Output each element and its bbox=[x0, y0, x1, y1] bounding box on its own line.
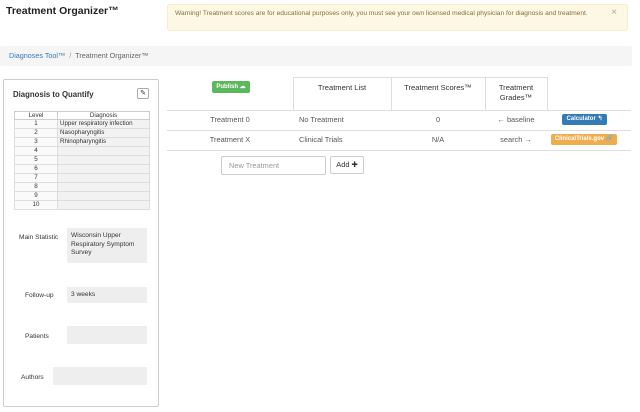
main-statistic-value[interactable]: Wisconsin Upper Respiratory Symptom Surv… bbox=[67, 228, 147, 263]
app-title: Treatment Organizer™ bbox=[6, 5, 119, 17]
table-row: 4 bbox=[14, 146, 150, 156]
main-statistic-field: Main Statistic Wisconsin Upper Respirato… bbox=[15, 228, 147, 263]
level-cell: 4 bbox=[14, 146, 58, 156]
patients-label: Patients bbox=[15, 326, 67, 344]
level-cell: 9 bbox=[14, 191, 58, 201]
calculator-button[interactable]: Calculator ↰ bbox=[562, 114, 607, 125]
table-row: 3 Rhinopharyngitis bbox=[14, 137, 150, 147]
header-divider bbox=[547, 77, 548, 110]
level-cell: 1 bbox=[14, 119, 58, 129]
treatment-row-grade[interactable]: search → bbox=[485, 135, 547, 145]
level-cell: 7 bbox=[14, 173, 58, 183]
diagnosis-cell[interactable]: Upper respiratory infection bbox=[57, 119, 150, 129]
authors-value[interactable] bbox=[53, 367, 147, 385]
level-cell: 5 bbox=[14, 155, 58, 165]
diagnosis-cell[interactable] bbox=[57, 200, 150, 210]
edit-icon[interactable]: ✎ bbox=[137, 88, 149, 99]
header-divider bbox=[391, 77, 392, 110]
clinicaltrials-button[interactable]: ClinicalTrials.gov 🔗 bbox=[551, 134, 617, 145]
treatment-grades-header: Treatment Grades™ bbox=[485, 83, 547, 103]
diagnosis-cell[interactable] bbox=[57, 164, 150, 174]
panel-title: Diagnosis to Quantify bbox=[13, 90, 94, 99]
authors-field: Authors bbox=[15, 367, 147, 385]
breadcrumb-current: Treatment Organizer™ bbox=[75, 51, 149, 60]
level-cell: 10 bbox=[14, 200, 58, 210]
diagnosis-cell[interactable] bbox=[57, 155, 150, 165]
treatment-list-header: Treatment List bbox=[317, 83, 367, 92]
diagnosis-cell[interactable] bbox=[57, 146, 150, 156]
table-row: 5 bbox=[14, 155, 150, 165]
row-divider bbox=[167, 110, 631, 111]
follow-up-value[interactable]: 3 weeks bbox=[67, 287, 147, 303]
patients-value[interactable] bbox=[67, 326, 147, 344]
treatment-row-list: Clinical Trials bbox=[299, 135, 343, 144]
diagnosis-cell[interactable]: Nasopharyngitis bbox=[57, 128, 150, 138]
treatment-row-score: N/A bbox=[431, 135, 445, 144]
level-cell: 2 bbox=[14, 128, 58, 138]
treatment-row-grade: ← baseline bbox=[497, 115, 535, 124]
treatment-grades-line2: Grades™ bbox=[499, 93, 533, 102]
treatment-row-name[interactable]: Treatment X bbox=[167, 135, 293, 145]
breadcrumb-diagnoses-tool[interactable]: Diagnoses Tool™ bbox=[9, 51, 65, 60]
add-treatment-button[interactable]: Add ✚ bbox=[330, 156, 364, 174]
level-cell: 8 bbox=[14, 182, 58, 192]
diagnosis-cell[interactable] bbox=[57, 173, 150, 183]
row-divider bbox=[167, 150, 631, 151]
publish-button[interactable]: Publish ☁ bbox=[212, 81, 250, 93]
diagnosis-cell[interactable] bbox=[57, 191, 150, 201]
warning-text: Warning! Treatment scores are for educat… bbox=[175, 10, 588, 17]
diagnosis-header: Diagnosis bbox=[57, 111, 150, 120]
header-divider bbox=[293, 77, 294, 110]
follow-up-label: Follow-up bbox=[15, 287, 67, 303]
breadcrumb-separator: / bbox=[69, 51, 72, 60]
row-divider bbox=[167, 130, 631, 131]
treatment-row-score: 0 bbox=[435, 115, 441, 124]
close-icon[interactable]: × bbox=[611, 8, 617, 18]
level-cell: 6 bbox=[14, 164, 58, 174]
table-row: 6 bbox=[14, 164, 150, 174]
diagnosis-cell[interactable] bbox=[57, 182, 150, 192]
breadcrumb: Diagnoses Tool™ / Treatment Organizer™ bbox=[0, 46, 632, 66]
patients-field: Patients bbox=[15, 326, 147, 344]
table-row: 1 Upper respiratory infection bbox=[14, 119, 150, 129]
treatment-row-name[interactable]: Treatment 0 bbox=[167, 115, 293, 125]
main-statistic-label: Main Statistic bbox=[15, 228, 67, 263]
authors-label: Authors bbox=[15, 367, 53, 385]
treatment-grades-line1: Treatment bbox=[498, 83, 534, 92]
table-row: 8 bbox=[14, 182, 150, 192]
table-row: 7 bbox=[14, 173, 150, 183]
follow-up-field: Follow-up 3 weeks bbox=[15, 287, 147, 303]
header-top-line bbox=[293, 77, 547, 78]
warning-alert: Warning! Treatment scores are for educat… bbox=[167, 4, 628, 31]
table-row: 2 Nasopharyngitis bbox=[14, 128, 150, 138]
treatment-row-list: No Treatment bbox=[299, 115, 344, 124]
level-header: Level bbox=[14, 111, 58, 120]
table-row: 9 bbox=[14, 191, 150, 201]
new-treatment-input[interactable] bbox=[221, 156, 326, 175]
diagnosis-table: Level Diagnosis 1 Upper respiratory infec… bbox=[14, 111, 150, 210]
treatment-scores-header: Treatment Scores™ bbox=[404, 83, 472, 92]
level-cell: 3 bbox=[14, 137, 58, 147]
table-row: 10 bbox=[14, 200, 150, 210]
diagnosis-cell[interactable]: Rhinopharyngitis bbox=[57, 137, 150, 147]
